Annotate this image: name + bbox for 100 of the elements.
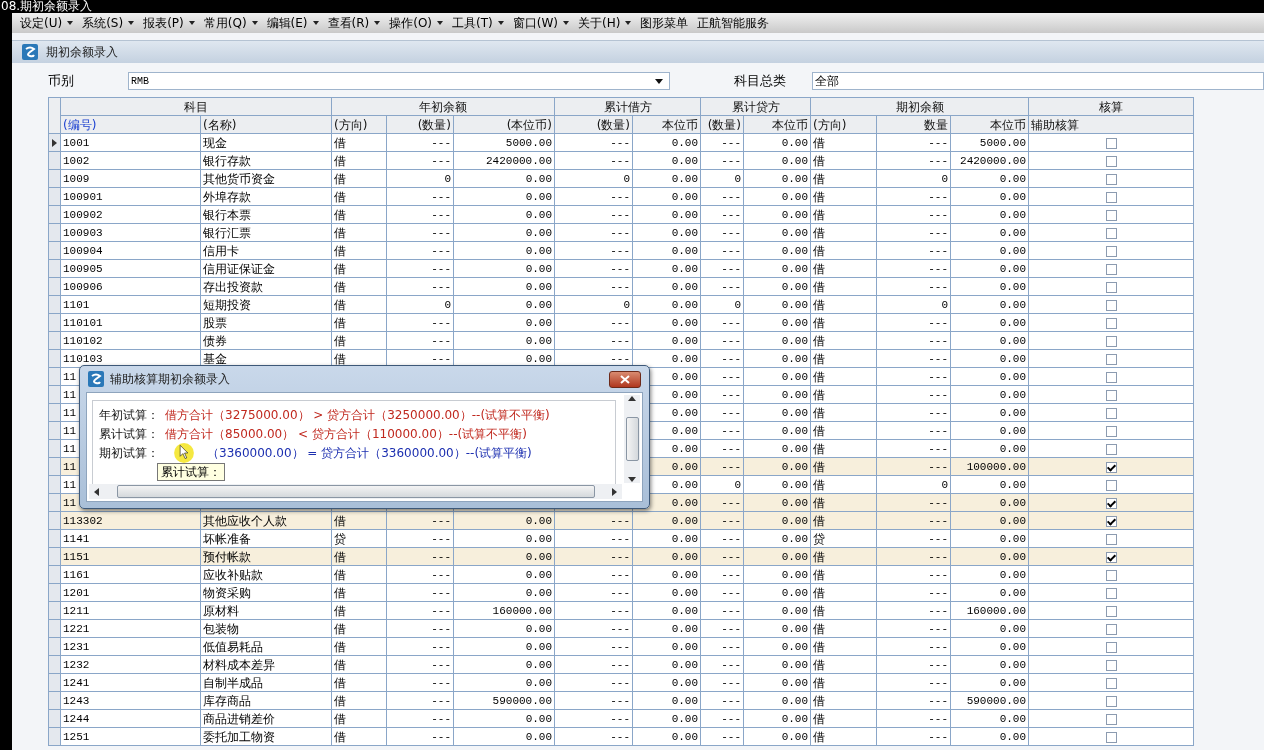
table-cell: 借 (810, 151, 877, 170)
checkbox[interactable] (1105, 515, 1117, 527)
table-cell: 0.00 (950, 277, 1029, 296)
table-cell: --- (554, 655, 633, 674)
table-cell: 0.00 (950, 349, 1029, 368)
horizontal-scrollbar[interactable] (89, 484, 622, 499)
table-cell: 库存商品 (200, 691, 332, 710)
trial-result: （3360000.00） = 贷方合计（3360000.00）--(试算平衡) (207, 444, 532, 462)
table-cell: 0.00 (453, 655, 555, 674)
table-cell: 1221 (60, 619, 201, 638)
checkbox[interactable] (1105, 299, 1117, 311)
checkbox[interactable] (1105, 335, 1117, 347)
table-cell: --- (700, 331, 744, 350)
checkbox[interactable] (1105, 695, 1117, 707)
table-cell: --- (700, 403, 744, 422)
table-cell: 2420000.00 (950, 151, 1029, 170)
menu-item[interactable]: 查看(R) (325, 14, 388, 32)
table-cell: 借 (810, 331, 877, 350)
checkbox[interactable] (1105, 479, 1117, 491)
menu-item[interactable]: 设定(U) (18, 14, 81, 32)
menu-item[interactable]: 关于(H) (575, 14, 639, 32)
checkbox[interactable] (1105, 263, 1117, 275)
table-cell: 0.00 (453, 709, 555, 728)
category-field[interactable]: 全部 (812, 72, 1264, 90)
checkbox[interactable] (1105, 443, 1117, 455)
checkbox[interactable] (1105, 173, 1117, 185)
table-cell: 0.00 (743, 313, 811, 332)
menu-item[interactable]: 编辑(E) (264, 14, 326, 32)
table-cell: 1161 (60, 565, 201, 584)
checkbox[interactable] (1105, 569, 1117, 581)
table-cell: --- (554, 583, 633, 602)
table-cell: --- (700, 601, 744, 620)
table-cell: 0.00 (632, 241, 701, 260)
app-icon (88, 371, 104, 387)
table-cell: 0.00 (453, 277, 555, 296)
table-cell: --- (386, 277, 454, 296)
table-cell: 委托加工物资 (200, 727, 332, 746)
table-cell: --- (876, 565, 951, 584)
table-cell: 借 (331, 619, 387, 638)
table-cell: 0.00 (743, 385, 811, 404)
caret-icon (251, 21, 258, 25)
checkbox[interactable] (1105, 533, 1117, 545)
checkbox[interactable] (1105, 227, 1117, 239)
checkbox[interactable] (1105, 605, 1117, 617)
checkbox[interactable] (1105, 245, 1117, 257)
table-cell: --- (386, 727, 454, 746)
table-cell: 1243 (60, 691, 201, 710)
menu-item[interactable]: 操作(O) (387, 14, 451, 32)
table-cell: --- (554, 259, 633, 278)
checkbox[interactable] (1105, 461, 1117, 473)
table-cell: 0.00 (743, 637, 811, 656)
table-cell: --- (386, 187, 454, 206)
checkbox[interactable] (1105, 317, 1117, 329)
close-button[interactable] (609, 370, 641, 388)
menu-item[interactable]: 报表(P) (141, 14, 202, 32)
checkbox[interactable] (1105, 641, 1117, 653)
checkbox[interactable] (1105, 353, 1117, 365)
table-cell: 借 (331, 637, 387, 656)
menu-item[interactable]: 正航智能服务 (695, 14, 777, 32)
checkbox[interactable] (1105, 407, 1117, 419)
checkbox[interactable] (1105, 623, 1117, 635)
table-cell: 借 (331, 241, 387, 260)
column-group-header: 期初余额 (810, 97, 1029, 116)
checkbox[interactable] (1105, 497, 1117, 509)
checkbox[interactable] (1105, 389, 1117, 401)
checkbox[interactable] (1105, 281, 1117, 293)
table-cell: --- (554, 529, 633, 548)
table-cell: --- (876, 151, 951, 170)
table-cell: 1231 (60, 637, 201, 656)
menu-item[interactable]: 窗口(W) (510, 14, 576, 32)
checkbox[interactable] (1105, 371, 1117, 383)
currency-dropdown[interactable]: RMB (128, 72, 670, 90)
table-cell: --- (700, 385, 744, 404)
table-cell: --- (386, 151, 454, 170)
checkbox[interactable] (1105, 587, 1117, 599)
table-cell: --- (700, 151, 744, 170)
table-cell: 0.00 (950, 727, 1029, 746)
checkbox[interactable] (1105, 677, 1117, 689)
vertical-scrollbar[interactable] (624, 395, 640, 483)
checkbox[interactable] (1105, 191, 1117, 203)
menu-item[interactable]: 工具(T) (450, 14, 511, 32)
table-cell: --- (700, 583, 744, 602)
checkbox[interactable] (1105, 551, 1117, 563)
checkbox[interactable] (1105, 659, 1117, 671)
checkbox[interactable] (1105, 155, 1117, 167)
checkbox[interactable] (1105, 731, 1117, 743)
table-cell: --- (554, 601, 633, 620)
checkbox[interactable] (1105, 209, 1117, 221)
checkbox[interactable] (1105, 425, 1117, 437)
checkbox[interactable] (1105, 137, 1117, 149)
table-cell: --- (386, 529, 454, 548)
column-group-header: 累计贷方 (700, 97, 811, 116)
menu-item[interactable]: 图形菜单 (638, 14, 696, 32)
table-cell: 0.00 (950, 403, 1029, 422)
menu-item[interactable]: 系统(S) (80, 14, 142, 32)
checkbox[interactable] (1105, 713, 1117, 725)
table-cell: 0.00 (743, 151, 811, 170)
table-cell: --- (700, 205, 744, 224)
menu-item[interactable]: 常用(Q) (201, 14, 265, 32)
table-cell: 0.00 (950, 259, 1029, 278)
